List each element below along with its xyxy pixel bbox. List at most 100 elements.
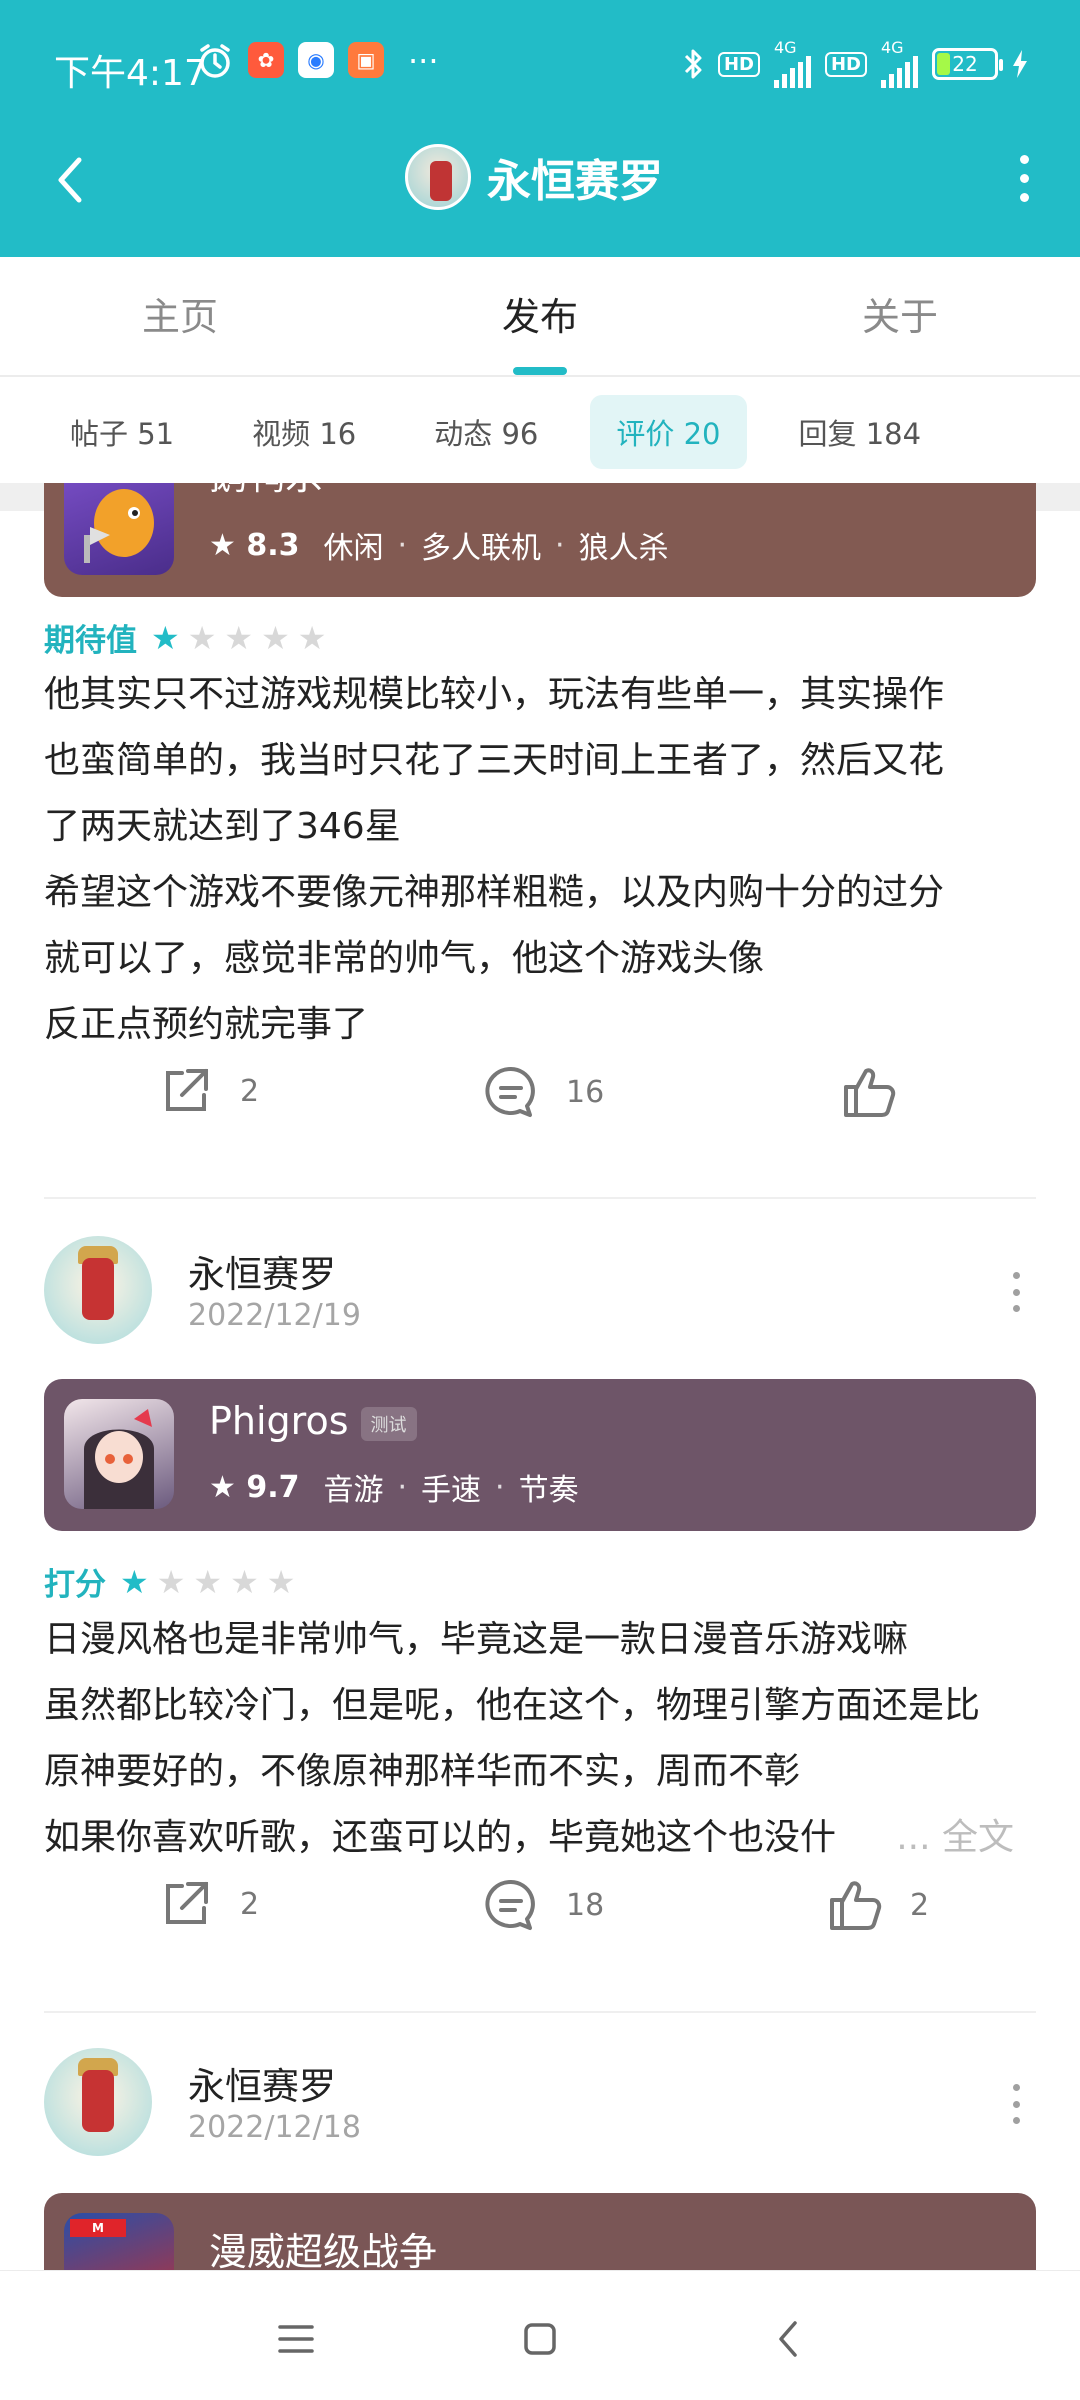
kebab-dot-icon bbox=[1012, 1305, 1020, 1312]
review-more-button[interactable] bbox=[1006, 1272, 1026, 1312]
main-tabs: 主页 发布 关于 bbox=[0, 257, 1080, 377]
profile-avatar[interactable] bbox=[405, 144, 471, 210]
square-home-icon bbox=[524, 2323, 556, 2355]
subtab-reviews[interactable]: 评价 20 bbox=[590, 394, 747, 469]
game-tag: 休闲 bbox=[323, 531, 384, 566]
network-type: 4G bbox=[773, 38, 797, 57]
signal-icon bbox=[773, 56, 811, 88]
read-more-link[interactable]: ... 全文 bbox=[896, 1805, 1014, 1871]
game-meta: ★ 8.3 休闲 · 多人联机 · 狼人杀 bbox=[209, 523, 669, 567]
menu-icon bbox=[278, 2325, 314, 2353]
anime-girl-icon bbox=[84, 1409, 154, 1509]
app-header: 下午4:17 ✿ ◉ ▣ ··· HD 4G HD 4G 22 永恒赛罗 bbox=[0, 0, 1080, 257]
comment-icon bbox=[485, 1879, 535, 1930]
bilibili-app-icon: ◉ bbox=[298, 42, 334, 78]
game-card[interactable]: 鹅鸭杀 ★ 8.3 休闲 · 多人联机 · 狼人杀 bbox=[44, 483, 1036, 597]
game-score: ★ 9.7 bbox=[209, 1469, 300, 1505]
back-button[interactable] bbox=[40, 150, 100, 210]
star-icon: ★ bbox=[230, 1562, 259, 1601]
game-icon-marvel: M bbox=[64, 2213, 174, 2270]
comment-button[interactable]: 18 bbox=[482, 1876, 604, 1934]
comment-count: 16 bbox=[566, 1074, 605, 1110]
review-more-button[interactable] bbox=[1006, 2084, 1026, 2124]
status-right-icons: HD 4G HD 4G 22 bbox=[682, 40, 1028, 88]
kebab-dot-icon bbox=[1012, 2084, 1020, 2091]
review-line: 就可以了，感觉非常的帅气，他这个游戏头像 bbox=[44, 938, 765, 979]
author-avatar[interactable] bbox=[44, 1236, 152, 1344]
alarm-icon bbox=[200, 44, 230, 78]
author-name[interactable]: 永恒赛罗 bbox=[188, 1244, 336, 1298]
like-button[interactable] bbox=[840, 1063, 924, 1121]
star-icon: ★ bbox=[187, 618, 217, 657]
author-avatar[interactable] bbox=[44, 2048, 152, 2156]
more-menu-button[interactable] bbox=[1004, 148, 1044, 208]
kebab-dot-icon bbox=[1012, 2117, 1020, 2124]
game-tag: 节奏 bbox=[518, 1473, 579, 1508]
review-line: 反正点预约就完事了 bbox=[44, 1004, 369, 1045]
review-line: 日漫风格也是非常帅气，毕竟这是一款日漫音乐游戏嘛 bbox=[44, 1619, 909, 1660]
subtab-moments[interactable]: 动态 96 bbox=[408, 395, 564, 469]
review-text[interactable]: 日漫风格也是非常帅气，毕竟这是一款日漫音乐游戏嘛 虽然都比较冷门，但是呢，他在这… bbox=[44, 1607, 1036, 1871]
tab-posts[interactable]: 发布 bbox=[360, 257, 720, 375]
review-line: 虽然都比较冷门，但是呢，他在这个，物理引擎方面还是比 bbox=[44, 1685, 981, 1726]
status-time: 下午4:17 bbox=[54, 53, 207, 94]
subtab-posts[interactable]: 帖子 51 bbox=[44, 395, 200, 469]
review-feed: 鹅鸭杀 ★ 8.3 休闲 · 多人联机 · 狼人杀 期待值 ★ ★ ★ ★ ★ … bbox=[0, 483, 1080, 2270]
comment-count: 18 bbox=[566, 1887, 605, 1923]
star-icon: ★ bbox=[224, 618, 254, 657]
profile-title: 永恒赛罗 bbox=[405, 144, 663, 210]
kebab-dot-icon bbox=[1012, 1272, 1020, 1279]
game-meta: ★ 9.7 音游 · 手速 · 节奏 bbox=[209, 1465, 579, 1509]
nav-bar: 永恒赛罗 bbox=[0, 120, 1080, 257]
hd-badge: HD bbox=[717, 51, 760, 77]
menu-button[interactable] bbox=[266, 2309, 326, 2369]
share-button[interactable]: 2 bbox=[158, 1063, 259, 1119]
tab-about[interactable]: 关于 bbox=[720, 257, 1080, 375]
more-dot-icon bbox=[1019, 173, 1029, 183]
subtab-replies[interactable]: 回复 184 bbox=[773, 395, 948, 469]
chevron-left-icon bbox=[58, 157, 82, 203]
kuaishou-app-icon: ✿ bbox=[248, 42, 284, 78]
comment-button[interactable]: 16 bbox=[482, 1063, 604, 1121]
star-icon: ★ bbox=[151, 618, 180, 657]
star-icon: ★ bbox=[193, 1562, 223, 1601]
system-back-button[interactable] bbox=[758, 2309, 818, 2369]
status-bar: 下午4:17 ✿ ◉ ▣ ··· HD 4G HD 4G 22 bbox=[0, 0, 1080, 120]
share-icon bbox=[166, 1069, 208, 1111]
bluetooth-icon bbox=[684, 49, 702, 79]
review-line: 原神要好的，不像原神那样华而不实，周而不彰 bbox=[44, 1751, 801, 1792]
tag-separator: · bbox=[397, 1469, 408, 1505]
kebab-dot-icon bbox=[1012, 1288, 1020, 1296]
game-card[interactable]: M 漫威超级战争 bbox=[44, 2193, 1036, 2270]
tab-home[interactable]: 主页 bbox=[0, 257, 360, 375]
author-name[interactable]: 永恒赛罗 bbox=[188, 2056, 336, 2110]
game-card[interactable]: Phigros 测试 ★ 9.7 音游 · 手速 · 节奏 bbox=[44, 1379, 1036, 1531]
game-name: 漫威超级战争 bbox=[209, 2230, 438, 2270]
game-tag: 手速 bbox=[421, 1473, 482, 1508]
game-name: Phigros 测试 bbox=[209, 1399, 417, 1443]
review-line: 希望这个游戏不要像元神那样粗糙，以及内购十分的过分 bbox=[44, 872, 945, 913]
star-icon: ★ bbox=[266, 1562, 296, 1601]
like-count: 2 bbox=[910, 1887, 930, 1923]
review-divider bbox=[44, 2011, 1036, 2013]
post-date: 2022/12/18 bbox=[188, 2110, 361, 2145]
review-text[interactable]: 他其实只不过游戏规模比较小，玩法有些单一，其实操作 也蛮简单的，我当时只花了三天… bbox=[44, 662, 1036, 1058]
profile-name: 永恒赛罗 bbox=[487, 156, 663, 207]
review-actions: 2 16 bbox=[0, 1063, 1080, 1153]
share-button[interactable]: 2 bbox=[158, 1876, 259, 1932]
star-icon: ★ bbox=[156, 1562, 186, 1601]
shopping-app-icon: ▣ bbox=[348, 42, 384, 78]
like-button[interactable]: 2 bbox=[826, 1876, 929, 1934]
star-icon: ★ bbox=[120, 1562, 149, 1601]
game-tag: 狼人杀 bbox=[578, 531, 669, 566]
tag-separator: · bbox=[555, 527, 565, 563]
subtab-videos[interactable]: 视频 16 bbox=[226, 395, 382, 469]
game-score: ★ 8.3 bbox=[209, 527, 300, 563]
game-tag: 多人联机 bbox=[421, 531, 542, 566]
thumbs-up-icon bbox=[830, 1881, 882, 1930]
rating-label: 期待值 bbox=[44, 623, 137, 659]
avatar-figure bbox=[82, 1258, 114, 1320]
home-button[interactable] bbox=[510, 2309, 570, 2369]
review-actions: 2 18 2 bbox=[0, 1876, 1080, 1966]
share-icon bbox=[166, 1882, 208, 1924]
